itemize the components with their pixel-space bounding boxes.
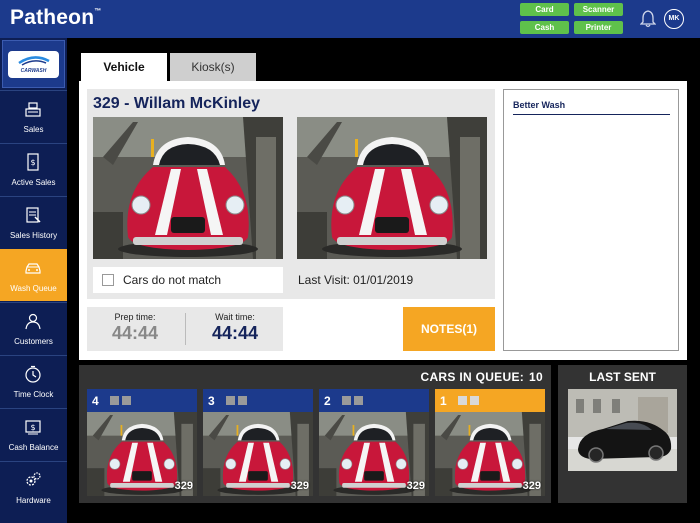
vehicle-card: 329 - Willam McKinley Cars do not match … (87, 89, 495, 299)
user-avatar[interactable]: MK (664, 9, 684, 29)
last-visit: Last Visit: 01/01/2019 (298, 273, 414, 287)
times-box: Prep time: 44:44 Wait time: 44:44 (87, 307, 283, 351)
clock-icon (25, 365, 41, 383)
sidebar-item-customers[interactable]: Customers (0, 302, 67, 354)
gears-icon (26, 472, 41, 486)
wash-package-title: Better Wash (513, 100, 566, 110)
vehicle-panel: 329 - Willam McKinley Cars do not match … (79, 81, 687, 360)
cash-icon: $ (25, 420, 41, 435)
service-indicator-icon (342, 396, 351, 405)
sidebar-item-wash-queue[interactable]: Wash Queue (0, 249, 67, 301)
tab-kiosks[interactable]: Kiosk(s) (170, 53, 256, 82)
history-icon (26, 207, 41, 223)
status-scanner: Scanner (574, 3, 623, 16)
camera-image-front (93, 117, 283, 259)
queue-card[interactable]: 4 329 (87, 389, 197, 496)
sidebar: CARWASH Sales $ Active Sales Sales Histo… (0, 38, 67, 523)
status-printer: Printer (574, 21, 623, 34)
prep-time-label: Prep time: (114, 312, 156, 322)
sidebar-item-cash-balance[interactable]: $ Cash Balance (0, 408, 67, 460)
tab-vehicle[interactable]: Vehicle (81, 53, 167, 82)
service-indicator-icon (238, 396, 247, 405)
last-sent-car-image[interactable] (568, 389, 677, 471)
register-icon (25, 102, 41, 117)
sidebar-item-active-sales[interactable]: $ Active Sales (0, 143, 67, 195)
sidebar-item-time-clock[interactable]: Time Clock (0, 355, 67, 407)
status-cash: Cash (520, 21, 569, 34)
person-icon (25, 313, 41, 330)
receipt-icon: $ (27, 153, 39, 171)
service-indicator-icon (110, 396, 119, 405)
notes-button[interactable]: NOTES(1) (403, 307, 495, 351)
sidebar-item-hardware[interactable]: Hardware (0, 461, 67, 513)
brand-logo: Patheon™ (10, 6, 102, 29)
queue-position: 1 (440, 394, 447, 408)
queue-card-next[interactable]: 1 329 (435, 389, 545, 496)
sidebar-item-sales-history[interactable]: Sales History (0, 196, 67, 248)
bell-icon[interactable] (640, 10, 656, 28)
status-card: Card (520, 3, 569, 16)
queue-car-id: 329 (522, 480, 541, 492)
service-indicator-icon (122, 396, 131, 405)
queue-position: 3 (208, 394, 215, 408)
time-divider (185, 313, 186, 345)
top-bar: Patheon™ Card Scanner Cash Printer MK (0, 0, 700, 38)
queue-car-id: 329 (406, 480, 425, 492)
car-icon (25, 263, 41, 274)
queue-panel: CARS IN QUEUE: 10 4 329 3 329 2 329 1 32… (79, 365, 551, 503)
queue-card[interactable]: 3 329 (203, 389, 313, 496)
last-sent-title: LAST SENT (589, 370, 656, 384)
prep-time-value: 44:44 (111, 323, 159, 343)
queue-card[interactable]: 2 329 (319, 389, 429, 496)
wait-time-label: Wait time: (215, 312, 255, 322)
mismatch-checkbox[interactable] (102, 274, 114, 286)
svg-text:$: $ (30, 158, 35, 167)
queue-position: 4 (92, 394, 99, 408)
service-indicator-icon (226, 396, 235, 405)
cars-mismatch-toggle[interactable]: Cars do not match (93, 267, 283, 293)
queue-position: 2 (324, 394, 331, 408)
mismatch-label: Cars do not match (123, 273, 222, 287)
queue-car-id: 329 (174, 480, 193, 492)
svg-text:$: $ (30, 423, 35, 432)
logo-swoosh-icon (18, 56, 50, 66)
camera-image-previous (297, 117, 487, 259)
vehicle-title: 329 - Willam McKinley (93, 95, 261, 112)
queue-title: CARS IN QUEUE: 10 (420, 370, 543, 384)
wash-title-underline (513, 114, 670, 115)
wash-package-panel: Better Wash (503, 89, 679, 351)
queue-count: 10 (529, 370, 543, 384)
carwash-logo: CARWASH (2, 40, 65, 88)
sidebar-item-sales[interactable]: Sales (0, 90, 67, 142)
service-indicator-icon (470, 396, 479, 405)
last-sent-panel: LAST SENT (558, 365, 687, 503)
service-indicator-icon (354, 396, 363, 405)
queue-car-id: 329 (290, 480, 309, 492)
service-indicator-icon (458, 396, 467, 405)
wait-time-value: 44:44 (211, 323, 259, 343)
